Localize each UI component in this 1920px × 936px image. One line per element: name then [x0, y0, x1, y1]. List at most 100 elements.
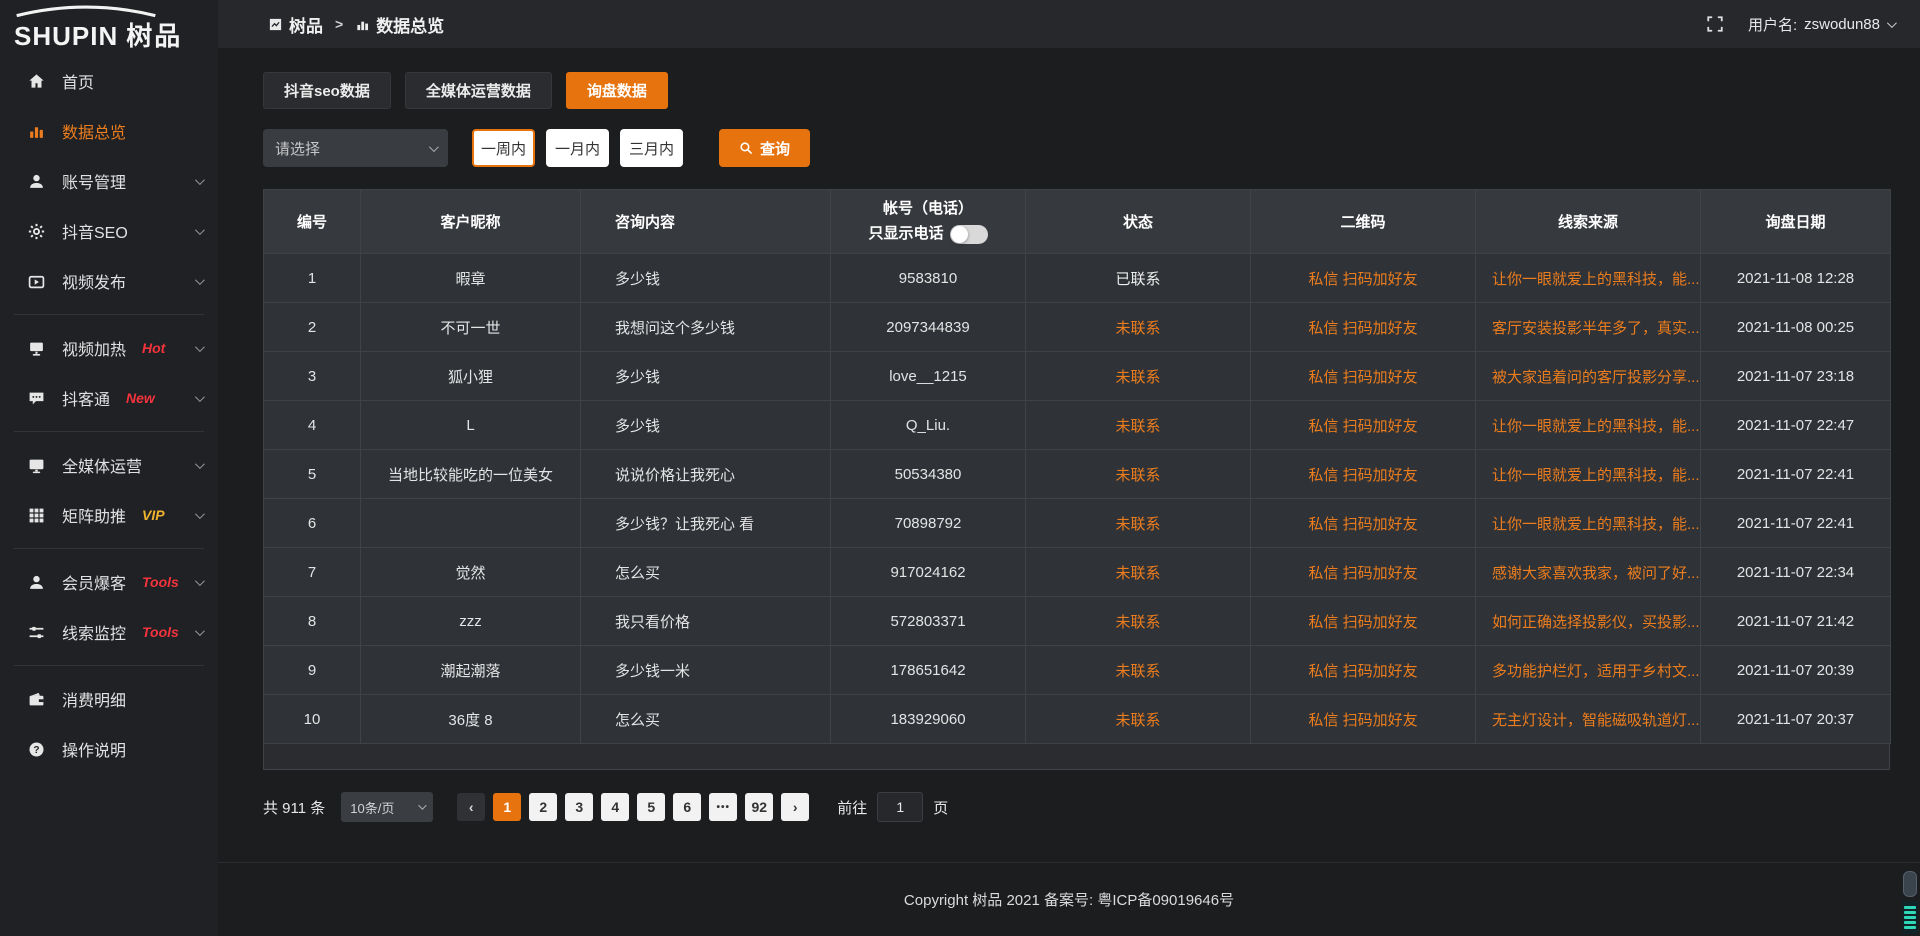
cell-source[interactable]: 无主灯设计，智能磁吸轨道灯... [1476, 695, 1701, 744]
sidebar-item-5[interactable]: 视频加热Hot [0, 323, 218, 373]
cell-account: 2097344839 [831, 303, 1026, 352]
cell-content: 说说价格让我死心 [581, 450, 831, 499]
cell-qrcode[interactable]: 私信 扫码加好友 [1251, 450, 1476, 499]
cell-date: 2021-11-07 20:39 [1701, 646, 1891, 695]
page-button-4[interactable]: 4 [601, 793, 629, 821]
cell-status: 未联系 [1026, 450, 1251, 499]
col-qrcode: 二维码 [1251, 190, 1476, 254]
search-button[interactable]: 查询 [719, 129, 810, 167]
fullscreen-icon[interactable] [1706, 15, 1724, 33]
page-button-6[interactable]: 6 [673, 793, 701, 821]
page-button-5[interactable]: 5 [637, 793, 665, 821]
cell-content: 多少钱 [581, 352, 831, 401]
cell-source[interactable]: 被大家追着问的客厅投影分享... [1476, 352, 1701, 401]
prev-page-button[interactable]: ‹ [457, 793, 485, 821]
sidebar-item-label: 全媒体运营 [62, 453, 142, 477]
col-content: 咨询内容 [581, 190, 831, 254]
sidebar-item-3[interactable]: 抖音SEO [0, 206, 218, 256]
cell-qrcode[interactable]: 私信 扫码加好友 [1251, 401, 1476, 450]
period-button-2[interactable]: 三月内 [620, 129, 683, 167]
topbar: 树品 > 数据总览 用户名: zswodun88 [218, 0, 1920, 48]
search-icon [739, 141, 753, 155]
cell-qrcode[interactable]: 私信 扫码加好友 [1251, 597, 1476, 646]
cell-source[interactable]: 多功能护栏灯，适用于乡村文... [1476, 646, 1701, 695]
cell-qrcode[interactable]: 私信 扫码加好友 [1251, 303, 1476, 352]
col-id: 编号 [264, 190, 361, 254]
sidebar-item-label: 矩阵助推 [62, 503, 126, 527]
logo-en: SHUPIN [14, 21, 118, 51]
cell-source[interactable]: 感谢大家喜欢我家，被问了好... [1476, 548, 1701, 597]
tab-1[interactable]: 全媒体运营数据 [405, 72, 552, 109]
tab-2[interactable]: 询盘数据 [566, 72, 668, 109]
footer: Copyright 树品 2021 备案号: 粤ICP备09019646号 [218, 862, 1920, 936]
sidebar-item-label: 视频发布 [62, 269, 126, 293]
sidebar-item-label: 抖客通 [62, 386, 110, 410]
page-button-3[interactable]: 3 [565, 793, 593, 821]
sidebar-item-1[interactable]: 数据总览 [0, 106, 218, 156]
cell-content: 怎么买 [581, 548, 831, 597]
cell-qrcode[interactable]: 私信 扫码加好友 [1251, 646, 1476, 695]
user-menu[interactable]: 用户名: zswodun88 [1748, 14, 1894, 35]
cell-source[interactable]: 让你一眼就爱上的黑科技，能... [1476, 254, 1701, 303]
sidebar-item-4[interactable]: 视频发布 [0, 256, 218, 306]
search-button-label: 查询 [760, 138, 790, 159]
next-page-button[interactable]: › [781, 793, 809, 821]
cell-qrcode[interactable]: 私信 扫码加好友 [1251, 548, 1476, 597]
cell-account: 9583810 [831, 254, 1026, 303]
sidebar-item-2[interactable]: 账号管理 [0, 156, 218, 206]
breadcrumb-root[interactable]: 树品 [289, 12, 323, 37]
page-button-1[interactable]: 1 [493, 793, 521, 821]
sidebar-item-6[interactable]: 抖客通New [0, 373, 218, 423]
page-button-92[interactable]: 92 [745, 793, 773, 821]
sidebar-divider [14, 665, 204, 666]
home-icon [28, 73, 48, 90]
cell-id: 8 [264, 597, 361, 646]
period-button-0[interactable]: 一周内 [472, 129, 535, 167]
cell-qrcode[interactable]: 私信 扫码加好友 [1251, 695, 1476, 744]
cell-nickname: 潮起潮落 [361, 646, 581, 695]
sidebar-item-9[interactable]: 会员爆客Tools [0, 557, 218, 607]
cell-source[interactable]: 让你一眼就爱上的黑科技，能... [1476, 499, 1701, 548]
cell-id: 4 [264, 401, 361, 450]
cell-nickname: L [361, 401, 581, 450]
cell-qrcode[interactable]: 私信 扫码加好友 [1251, 254, 1476, 303]
sidebar-item-12[interactable]: ?操作说明 [0, 724, 218, 774]
sidebar-item-label: 账号管理 [62, 169, 126, 193]
page-size-value: 10条/页 [350, 798, 394, 817]
sidebar-item-7[interactable]: 全媒体运营 [0, 440, 218, 490]
sidebar-item-10[interactable]: 线索监控Tools [0, 607, 218, 657]
filter-select[interactable]: 请选择 [263, 129, 448, 167]
cell-status: 未联系 [1026, 695, 1251, 744]
page-button-2[interactable]: 2 [529, 793, 557, 821]
video-icon [28, 273, 48, 290]
breadcrumb-current[interactable]: 数据总览 [376, 12, 444, 37]
sidebar-item-8[interactable]: 矩阵助推VIP [0, 490, 218, 540]
sidebar-item-0[interactable]: 首页 [0, 56, 218, 106]
sidebar-item-label: 线索监控 [62, 620, 126, 644]
cell-account: Q_Liu. [831, 401, 1026, 450]
phone-only-toggle[interactable] [950, 225, 988, 244]
page-size-select[interactable]: 10条/页 [341, 792, 433, 822]
cell-id: 9 [264, 646, 361, 695]
chart-mini-icon [355, 17, 370, 32]
page-button-•••[interactable]: ••• [709, 793, 737, 821]
cell-id: 7 [264, 548, 361, 597]
goto-page-input[interactable] [877, 792, 923, 822]
cell-qrcode[interactable]: 私信 扫码加好友 [1251, 499, 1476, 548]
cell-qrcode[interactable]: 私信 扫码加好友 [1251, 352, 1476, 401]
sidebar-item-11[interactable]: 消费明细 [0, 674, 218, 724]
cell-source[interactable]: 如何正确选择投影仪，买投影... [1476, 597, 1701, 646]
cell-id: 1 [264, 254, 361, 303]
scrollbar-thumb[interactable] [1903, 871, 1917, 897]
chevron-down-icon [429, 142, 439, 152]
tab-0[interactable]: 抖音seo数据 [263, 72, 391, 109]
user-label: 用户名: [1748, 14, 1797, 35]
breadcrumb: 树品 > 数据总览 [268, 12, 444, 37]
cell-source[interactable]: 让你一眼就爱上的黑科技，能... [1476, 401, 1701, 450]
question-icon: ? [28, 741, 48, 758]
cell-source[interactable]: 让你一眼就爱上的黑科技，能... [1476, 450, 1701, 499]
period-button-1[interactable]: 一月内 [546, 129, 609, 167]
wallet-icon [28, 691, 48, 708]
app-square-icon [268, 17, 283, 32]
cell-source[interactable]: 客厅安装投影半年多了，真实... [1476, 303, 1701, 352]
